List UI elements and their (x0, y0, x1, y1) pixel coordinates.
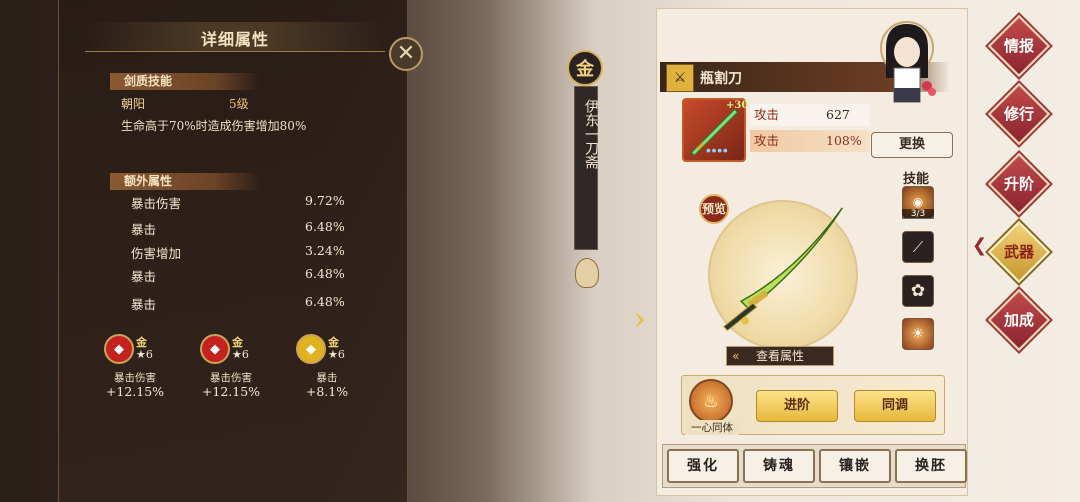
sword-skill-level: 5级 (229, 97, 249, 111)
nav-label: 升阶 (1003, 175, 1034, 193)
skill-charge-count: 3/3 (902, 209, 934, 219)
panel-title: 详细属性 (200, 30, 269, 49)
character-rank-badge: 金 (567, 50, 603, 86)
nav-training[interactable]: 修行 (987, 82, 1051, 146)
inlay-button[interactable]: 镶嵌 (819, 449, 891, 483)
gem-icon: ◆ (296, 334, 326, 364)
close-button[interactable]: ✕ (389, 37, 423, 71)
skill-slot-3[interactable]: ✿ (902, 275, 934, 307)
gem-name: 暴击 (316, 372, 338, 384)
swap-blank-button[interactable]: 换胚 (895, 449, 967, 483)
attr-value: 9.72% (305, 193, 345, 208)
attr-value: 3.24% (305, 243, 345, 258)
gem-value: +12.15% (201, 384, 261, 399)
preview-badge[interactable]: 预览 (699, 194, 729, 224)
gem-value: +8.1% (305, 384, 349, 399)
chevron-left-icon: ❮ (972, 235, 988, 256)
nav-info[interactable]: 情报 (987, 14, 1051, 78)
weapon-level-badge: +30 (726, 100, 749, 111)
gem-stars: ★6 (232, 348, 249, 361)
sword-skill-desc: 生命高于70%时造成伤害增加80% (121, 119, 307, 133)
blade-icon: ⟋ (912, 238, 924, 256)
flame-swirl-icon: ◉ (912, 195, 924, 209)
stat-attack-percent: 攻击 108% (750, 130, 870, 152)
tune-button[interactable]: 同调 (854, 390, 936, 422)
attr-value: 6.48% (305, 219, 345, 234)
weapon-name: 瓶割刀 (700, 71, 742, 87)
stat-label: 攻击 (754, 133, 780, 148)
attr-label: 暴击伤害 (131, 196, 182, 211)
nav-ascend[interactable]: 升阶 (987, 152, 1051, 216)
gem-card[interactable]: ◆ 金 ★6 暴击伤害 +12.15% (200, 334, 280, 404)
nav-weapon[interactable]: 武器 (987, 220, 1051, 284)
gem-name: 暴击伤害 (114, 372, 156, 384)
nav-label: 加成 (1003, 311, 1034, 329)
nav-label: 情报 (1003, 37, 1034, 55)
attr-label: 暴击 (131, 269, 157, 284)
nav-label: 修行 (1003, 105, 1034, 123)
gem-rank: 金 (232, 336, 243, 349)
extra-attrs-header: 额外属性 (110, 173, 260, 190)
attr-value: 6.48% (305, 266, 345, 281)
character-avatar[interactable] (872, 18, 942, 110)
stat-value: 108% (826, 133, 862, 148)
flower-crest-icon: ✿ (910, 281, 926, 301)
weapon-display[interactable] (708, 200, 858, 350)
nav-bonus[interactable]: 加成 (987, 288, 1051, 352)
forge-soul-button[interactable]: 铸魂 (743, 449, 815, 483)
view-attributes-button[interactable]: 查看属性 (726, 346, 834, 366)
gem-stars: ★6 (136, 348, 153, 361)
gem-card[interactable]: ◆ 金 ★6 暴击伤害 +12.15% (104, 334, 184, 404)
sword-skill-header: 剑质技能 (110, 73, 260, 90)
stat-attack: 攻击 627 (750, 104, 870, 126)
close-icon: ✕ (396, 41, 416, 66)
enhance-button[interactable]: 强化 (667, 449, 739, 483)
skill-slot-2[interactable]: ⟋ (902, 231, 934, 263)
gem-rank: 金 (328, 336, 339, 349)
sword-icon: ⚔ (666, 64, 694, 92)
character-name-scroll: 伊东一刀斋 (574, 86, 599, 250)
advance-button[interactable]: 进阶 (756, 390, 838, 422)
gem-card[interactable]: ◆ 金 ★6 暴击 +8.1% (296, 334, 376, 404)
replace-weapon-button[interactable]: 更换 (871, 132, 953, 158)
skills-title: 技能 (903, 172, 930, 187)
chevron-right-icon[interactable]: › (634, 302, 646, 337)
gem-stars: ★6 (328, 348, 345, 361)
attr-value: 6.48% (305, 294, 345, 309)
stat-label: 攻击 (754, 107, 780, 122)
skill-slot-4[interactable]: ☀ (902, 318, 934, 350)
attr-label: 暴击 (131, 297, 157, 312)
attr-label: 暴击 (131, 222, 157, 237)
gem-value: +12.15% (105, 384, 165, 399)
gem-name: 暴击伤害 (210, 372, 252, 384)
katana-icon (722, 207, 843, 332)
gem-rank: 金 (136, 336, 147, 349)
stat-value: 627 (826, 107, 850, 122)
bond-label: 一心同体 (685, 420, 739, 435)
bell-ornament (575, 258, 599, 288)
flame-lotus-icon[interactable]: ♨ (689, 379, 733, 423)
panel-title-bar: 详细属性 (85, 22, 385, 52)
sun-swirl-icon: ☀ (911, 326, 925, 342)
attr-label: 伤害增加 (131, 246, 182, 261)
double-chevron-left-icon: « (732, 349, 740, 363)
gem-icon: ◆ (200, 334, 230, 364)
sword-skill-name: 朝阳 (121, 97, 146, 111)
gem-icon: ◆ (104, 334, 134, 364)
nav-label: 武器 (1003, 243, 1034, 261)
character-name: 伊东一刀斋 (583, 99, 599, 169)
